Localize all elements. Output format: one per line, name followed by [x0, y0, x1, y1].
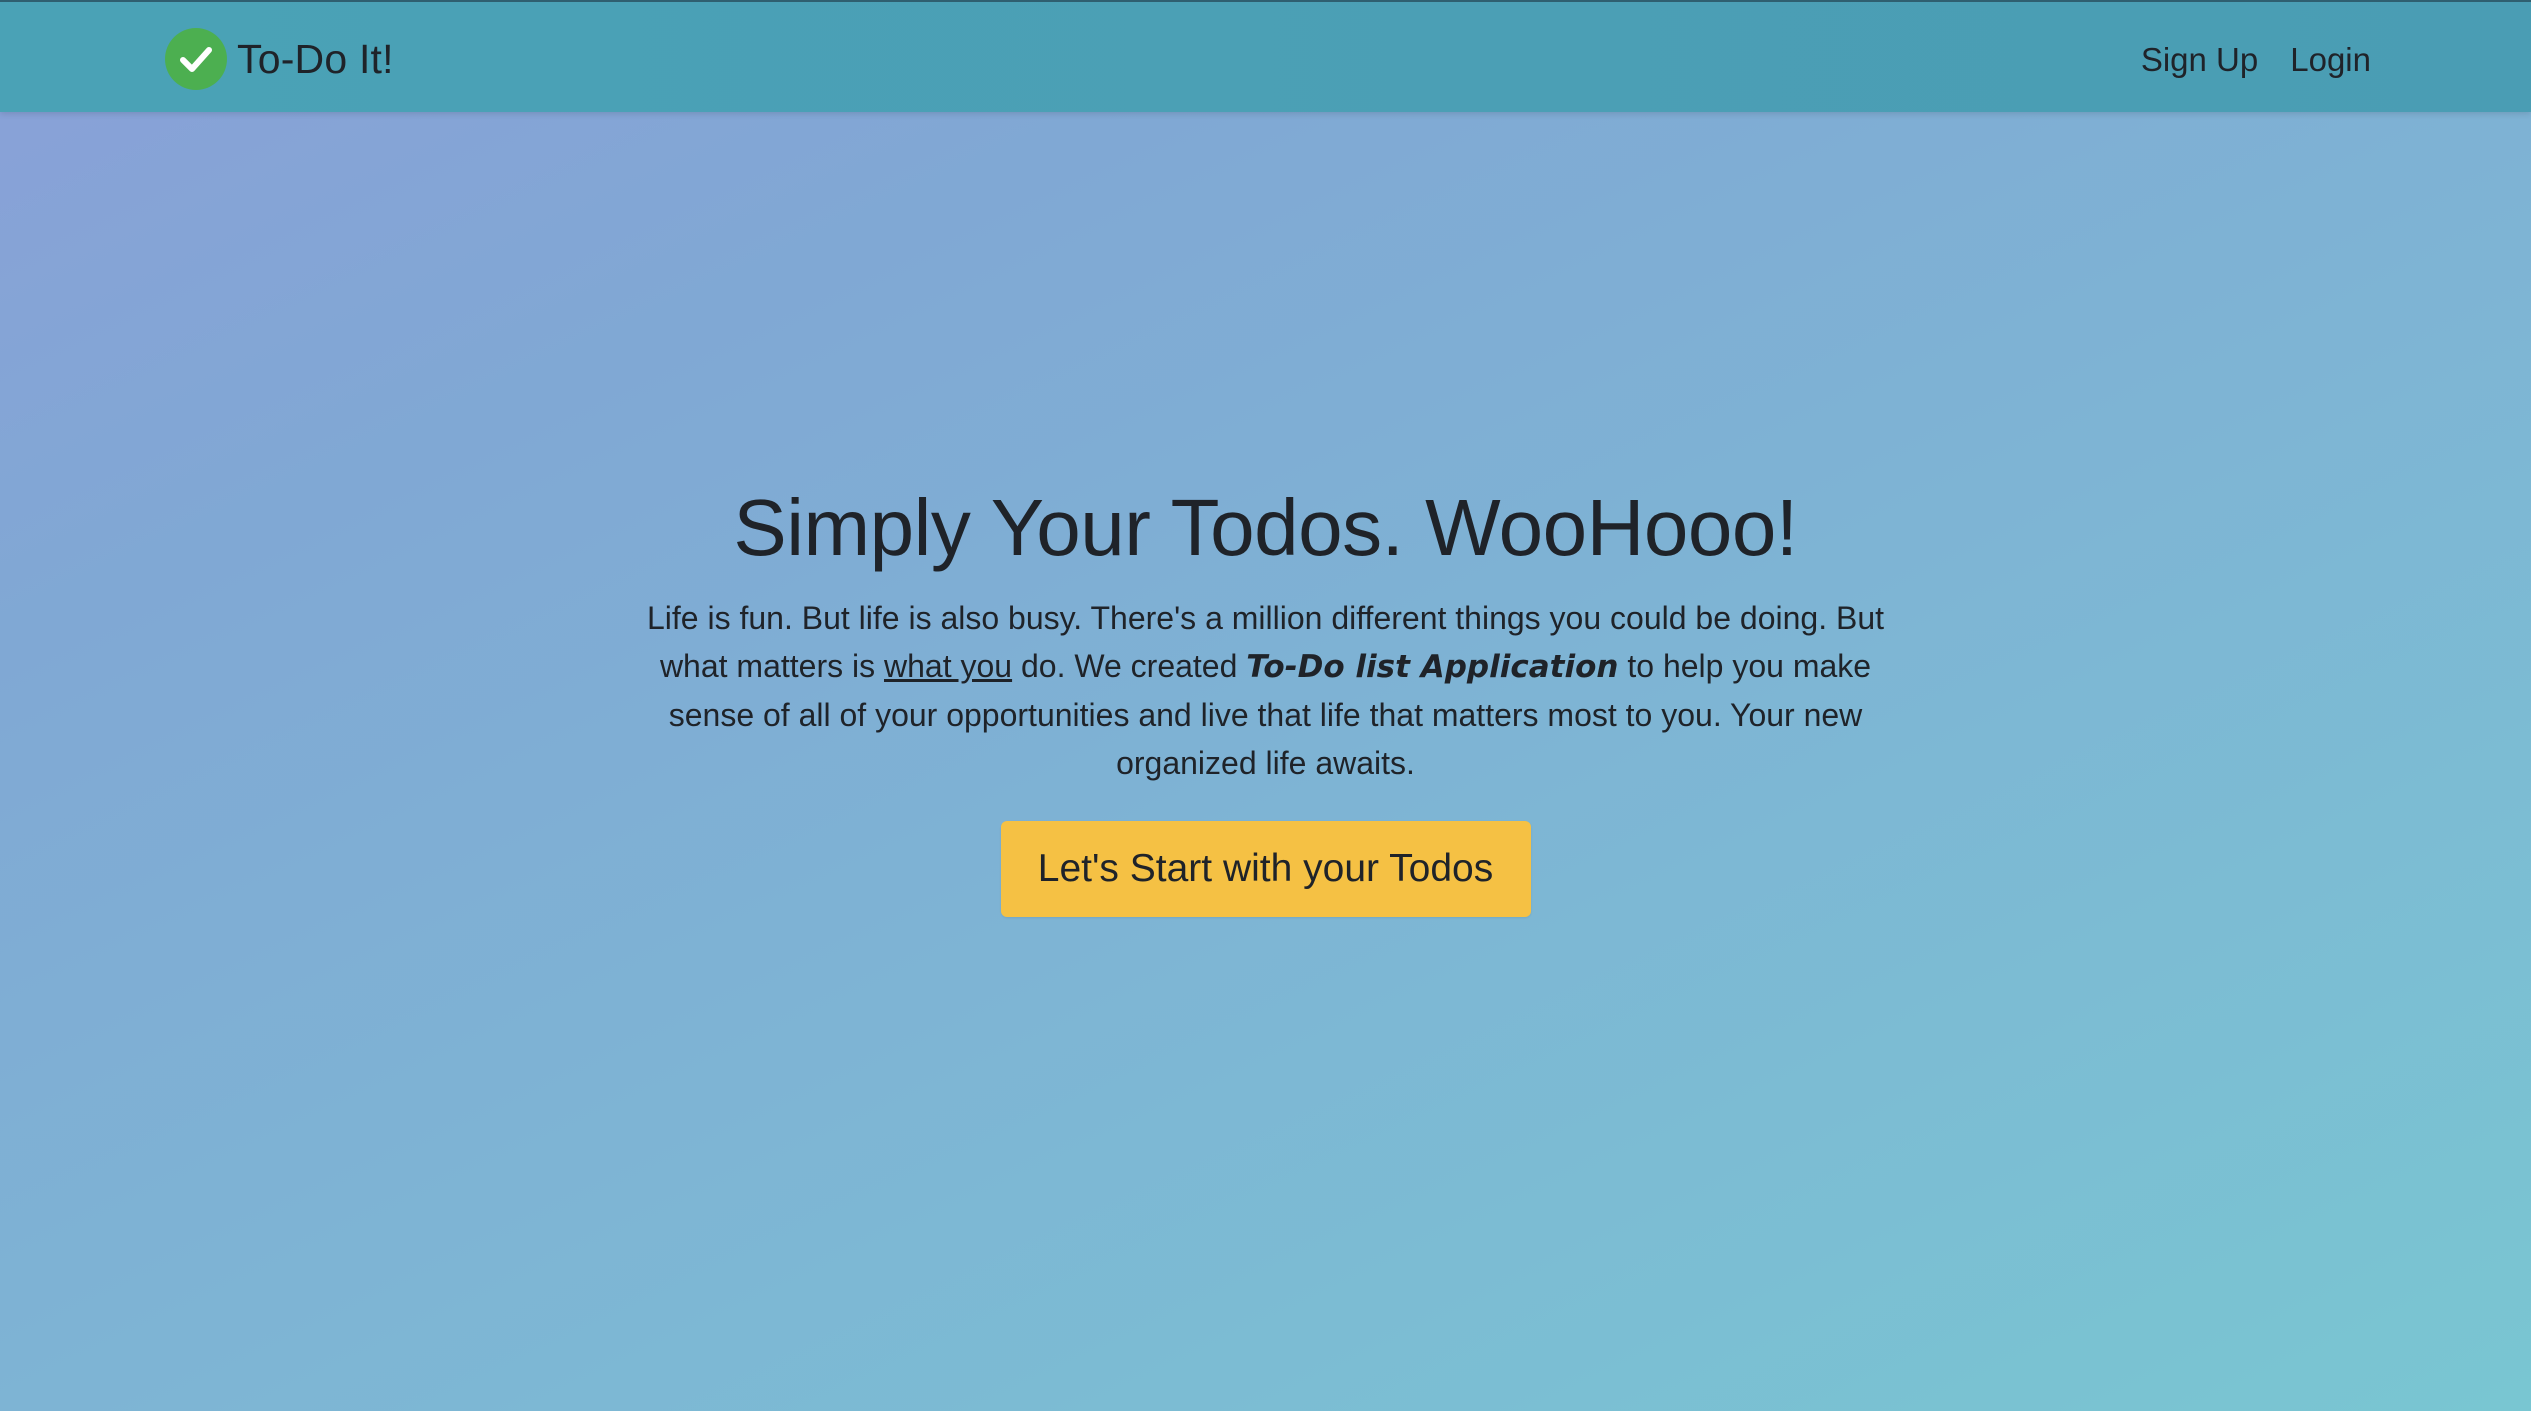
brand-link[interactable]: To-Do It!	[165, 28, 394, 90]
brand-name: To-Do It!	[237, 35, 394, 82]
hero-app-name: To-Do list Application	[1246, 649, 1619, 685]
check-circle-icon	[165, 28, 227, 90]
hero-section: Simply Your Todos. WooHooo! Life is fun.…	[0, 480, 2531, 917]
navbar: To-Do It! Sign Up Login	[0, 0, 2531, 112]
start-todos-button[interactable]: Let's Start with your Todos	[1000, 821, 1531, 917]
hero-title: Simply Your Todos. WooHooo!	[733, 483, 1798, 572]
hero-description: Life is fun. But life is also busy. Ther…	[636, 594, 1896, 787]
login-link[interactable]: Login	[2290, 41, 2371, 79]
signup-link[interactable]: Sign Up	[2141, 41, 2258, 79]
hero-text-part2: do. We created	[1012, 648, 1247, 684]
nav-links: Sign Up Login	[2109, 32, 2371, 88]
hero-text-underlined: what you	[884, 648, 1013, 684]
